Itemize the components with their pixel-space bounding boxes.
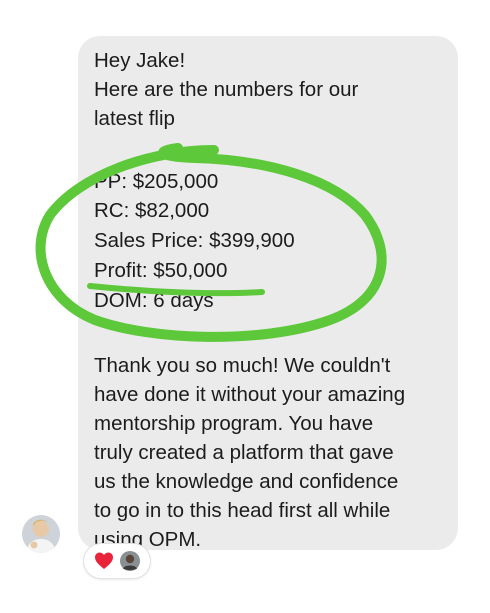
reaction-summary[interactable] [84, 544, 150, 578]
message-intro-line: Here are the numbers for our [94, 78, 359, 101]
user-avatar-icon [120, 551, 140, 571]
stat-sales-price: Sales Price: $399,900 [94, 226, 295, 255]
thanks-line: Thank you so much! We couldn't [94, 354, 391, 377]
stat-value: $82,000 [135, 199, 210, 222]
message-greeting: Hey Jake! [94, 49, 186, 72]
stat-label: Sales Price: [94, 229, 204, 252]
thanks-line: have done it without your amazing [94, 383, 406, 406]
sender-avatar[interactable] [22, 515, 60, 553]
stat-value: $50,000 [153, 259, 228, 282]
stat-label: DOM: [94, 289, 148, 312]
stat-profit: Profit: $50,000 [94, 256, 227, 285]
stat-pp: PP: $205,000 [94, 167, 218, 196]
stat-label: RC: [94, 199, 130, 222]
thanks-line: truly created a platform that gave [94, 441, 394, 464]
thanks-line: us the knowledge and confidence [94, 470, 399, 493]
stat-label: Profit: [94, 259, 148, 282]
stat-rc: RC: $82,000 [94, 196, 209, 225]
stat-value: $205,000 [132, 170, 219, 193]
message-intro-line: latest flip [94, 107, 175, 130]
stat-value: $399,900 [209, 229, 295, 252]
thanks-line: mentorship program. You have [94, 412, 374, 435]
thanks-line: to go in to this head first all while [94, 499, 391, 522]
stat-label: PP: [94, 170, 128, 193]
stat-value: 6 days [153, 289, 214, 312]
stat-dom: DOM: 6 days [94, 286, 214, 315]
heart-icon [94, 551, 114, 571]
